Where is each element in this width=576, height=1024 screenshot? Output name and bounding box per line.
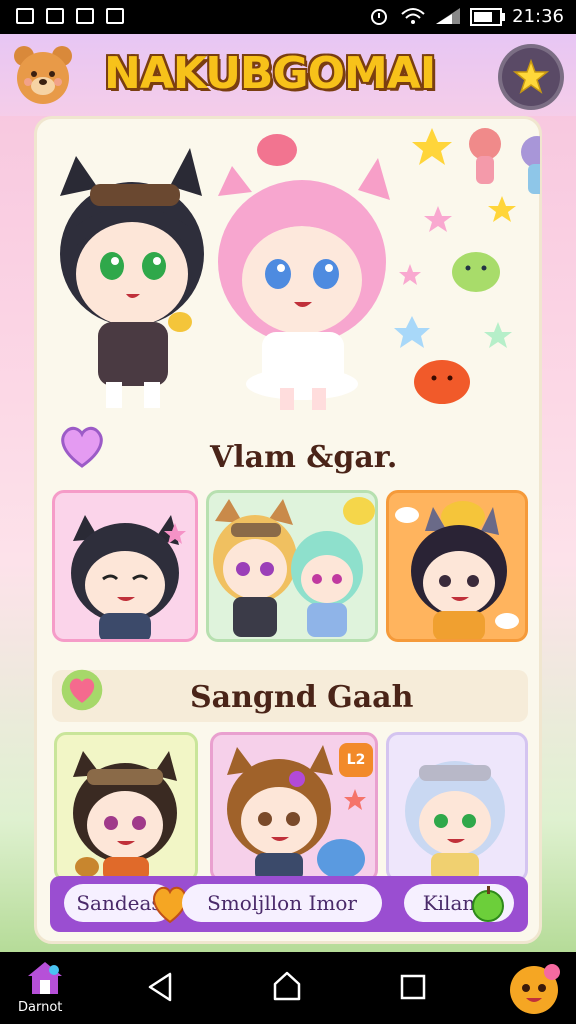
white-hair-boy-tile[interactable] <box>386 732 528 882</box>
hero-illustration <box>60 128 540 410</box>
navigation-bar: Darnot <box>0 952 576 1024</box>
app-header: NAKUBGOMAI <box>0 34 576 116</box>
screenshot-icon <box>16 8 34 24</box>
notif-icon <box>76 8 94 24</box>
home-app-label: Darnot <box>18 1000 63 1015</box>
smoljllon-button[interactable]: Smoljllon Imor <box>182 884 382 922</box>
app-icon <box>46 8 64 24</box>
sandeas-label: Sandeas <box>76 891 162 915</box>
section-title-2: Sangnd Gaah <box>190 680 414 715</box>
heart-icon <box>61 669 103 711</box>
wifi-icon <box>401 8 425 24</box>
alarm-icon <box>371 9 387 25</box>
brown-fox-girl-tile[interactable]: L2 <box>210 732 378 882</box>
bear-avatar-icon[interactable] <box>10 42 76 108</box>
mini-figure-red <box>469 128 501 184</box>
media-icon <box>106 8 124 24</box>
favorites-button[interactable] <box>498 44 564 110</box>
signal-icon <box>436 8 460 24</box>
star-icon <box>513 59 549 94</box>
red-slime <box>414 360 470 404</box>
duo-bear-tile[interactable] <box>206 490 378 642</box>
orange-cat-tile[interactable] <box>386 490 528 642</box>
mini-figure-purple <box>521 136 540 194</box>
status-bar: 21:36 <box>0 0 576 34</box>
battery-icon <box>470 8 505 26</box>
green-slime <box>452 252 500 292</box>
pink-haired-girl <box>218 158 390 410</box>
dark-cat-girl <box>60 148 204 408</box>
section-title-1: Vlam &gar. <box>210 440 398 475</box>
home-icon[interactable] <box>272 970 302 1002</box>
mascot-app-icon[interactable] <box>504 960 564 1016</box>
recents-icon[interactable] <box>400 974 426 1000</box>
heart-icon <box>61 426 103 468</box>
back-icon[interactable] <box>146 972 174 1002</box>
apple-icon <box>472 886 504 922</box>
bottom-action-bar: Sandeas Smoljllon Imor Kilan <box>50 876 528 932</box>
home-app-icon[interactable] <box>26 960 64 996</box>
black-cat-girl-tile[interactable] <box>52 490 198 642</box>
app-title: NAKUBGOMAI <box>104 48 436 99</box>
brown-bear-girl-tile[interactable] <box>54 732 198 882</box>
clock: 21:36 <box>512 6 564 27</box>
smoljllon-label: Smoljllon Imor <box>207 891 357 915</box>
decor-stars <box>394 128 516 348</box>
level-badge: L2 <box>339 743 373 777</box>
